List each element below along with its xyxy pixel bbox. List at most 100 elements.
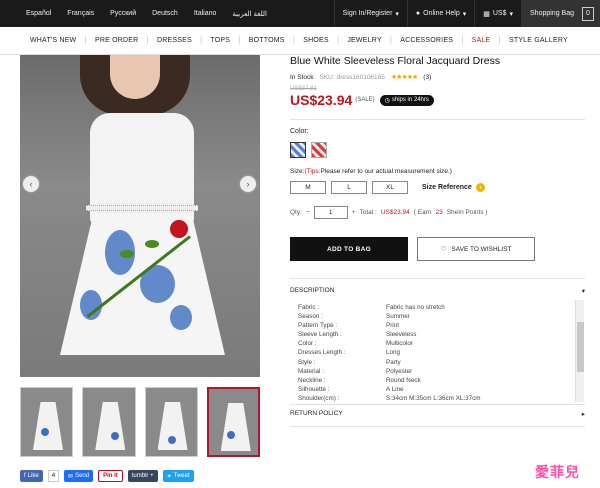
next-image-button[interactable]: ›	[239, 175, 257, 193]
tumblr-button[interactable]: tumblr +	[127, 470, 158, 482]
divider	[290, 278, 585, 279]
pinterest-button[interactable]: Pin it	[98, 470, 123, 482]
nav-dresses[interactable]: DRESSES	[157, 37, 192, 44]
like-label: Like	[27, 473, 39, 479]
qty-minus-button[interactable]: −	[306, 209, 310, 216]
description-header[interactable]: DESCRIPTION ▾	[290, 287, 585, 295]
lang-deutsch[interactable]: Deutsch	[144, 10, 186, 17]
divider	[290, 426, 585, 427]
prev-image-button[interactable]: ‹	[22, 175, 40, 193]
nav-jewelry[interactable]: JEWELRY	[347, 37, 381, 44]
nav-pre-order[interactable]: PRE ORDER	[95, 37, 138, 44]
size-option-l[interactable]: L	[331, 181, 367, 194]
nav-accessories[interactable]: ACCESSORIES	[400, 37, 453, 44]
return-policy-label: RETURN POLICY	[290, 410, 343, 417]
floral-print	[170, 305, 192, 330]
divider	[290, 404, 585, 405]
quantity-row: Qty: − 1 + Total : US$23.94 ( Earn 23 Sh…	[290, 206, 488, 219]
bag-count: 0	[582, 6, 594, 21]
color-label: Color:	[290, 128, 309, 135]
online-help-link[interactable]: ● Online Help ▾	[406, 0, 474, 27]
thumb-print	[226, 431, 235, 439]
nav-divider: |	[389, 37, 393, 44]
spec-key: Shoulder(cm) :	[298, 394, 340, 402]
spec-row: Silhouette : A Line	[298, 386, 576, 395]
rating-stars[interactable]: ★★★★★	[391, 73, 418, 81]
spec-key: Sleeve Length :	[298, 331, 342, 339]
spec-value: Polyester	[386, 367, 413, 375]
thumbnail-selected[interactable]	[206, 387, 261, 457]
nav-bottoms[interactable]: BOTTOMS	[249, 37, 285, 44]
shopping-bag-button[interactable]: Shopping Bag 0	[521, 0, 600, 27]
chevron-left-icon: ‹	[29, 179, 33, 189]
dress-belt	[86, 205, 198, 211]
thumbnail[interactable]	[20, 387, 74, 457]
color-swatch-red[interactable]	[311, 142, 327, 158]
main-product-image[interactable]	[20, 55, 260, 377]
ships-badge: ◷ ships in 24hrs	[379, 94, 434, 106]
nav-whats-new[interactable]: WHAT'S NEW	[30, 37, 76, 44]
lang-arabic[interactable]: اللغة العربية	[224, 10, 275, 18]
size-option-xl[interactable]: XL	[372, 181, 408, 194]
tweet-label: Tweet	[173, 473, 190, 479]
spec-row: Shoulder(cm) : S:34cm M:35cm L:36cm XL:37…	[298, 395, 576, 404]
nav-style-gallery[interactable]: STYLE GALLERY	[509, 37, 568, 44]
save-to-wishlist-button[interactable]: ♡ SAVE TO WISHLIST	[417, 237, 535, 261]
price-row: US$23.94 (SALE) ◷ ships in 24hrs	[290, 92, 434, 108]
spec-row: Dresses Length : Long	[298, 349, 576, 358]
size-option-m[interactable]: M	[290, 181, 326, 194]
spec-value: A Line	[386, 385, 404, 393]
size-reference-link[interactable]: Size Reference ›	[422, 183, 485, 192]
spec-key: Style :	[298, 358, 316, 366]
color-swatch-blue[interactable]	[290, 142, 306, 158]
add-to-bag-button[interactable]: ADD TO BAG	[290, 237, 408, 261]
total-label: Total :	[359, 209, 377, 216]
thumbnail[interactable]	[144, 387, 198, 457]
lang-espanol[interactable]: Español	[18, 10, 59, 17]
send-button[interactable]: ✉ Send	[64, 470, 94, 482]
chevron-down-icon: ▾	[509, 10, 514, 18]
lang-russian[interactable]: Русский	[102, 10, 144, 17]
scrollbar-thumb[interactable]	[577, 322, 584, 372]
nav-shoes[interactable]: SHOES	[303, 37, 329, 44]
spec-value: Multicolor	[386, 340, 413, 348]
size-reference-label: Size Reference	[422, 184, 472, 191]
quantity-input[interactable]: 1	[313, 206, 348, 219]
shopping-bag-label: Shopping Bag	[530, 10, 574, 17]
qty-plus-button[interactable]: +	[352, 209, 356, 216]
rose-leaf	[120, 250, 134, 258]
thumb-print	[41, 428, 49, 436]
review-count[interactable]: (3)	[423, 74, 431, 81]
nav-tops[interactable]: TOPS	[210, 37, 230, 44]
facebook-like-button[interactable]: f Like	[20, 470, 43, 482]
earn-prefix: ( Earn	[413, 209, 432, 216]
nav-divider: |	[498, 37, 501, 44]
chevron-right-icon: ▸	[581, 411, 585, 418]
description-list: Fabric : Fabric has no stretch Season : Su…	[298, 304, 576, 404]
return-policy-header[interactable]: RETURN POLICY ▸	[290, 410, 585, 418]
thumb-print	[167, 436, 176, 444]
spec-row: Material : Polyester	[298, 368, 576, 377]
nav-divider: |	[200, 37, 203, 44]
chevron-right-icon: ›	[246, 179, 250, 189]
currency-selector[interactable]: ▦ US$ ▾	[474, 0, 521, 27]
spec-key: Color :	[298, 340, 317, 348]
ships-label: ships in 24hrs	[391, 97, 429, 103]
heart-icon: ♡	[440, 246, 447, 253]
currency-label: US$	[492, 10, 507, 17]
size-label-prefix: Size:	[290, 168, 305, 175]
sku: SKU: dress160106165	[319, 73, 385, 81]
tweet-button[interactable]: ✦ Tweet	[162, 470, 194, 482]
spec-key: Neckline :	[298, 376, 326, 384]
lang-italiano[interactable]: Italiano	[186, 10, 225, 17]
facebook-icon: f	[24, 473, 26, 479]
lang-francais[interactable]: Français	[59, 10, 102, 17]
thumbnail[interactable]	[82, 387, 136, 457]
divider	[290, 119, 585, 120]
signin-link[interactable]: Sign In/Register ▾	[333, 0, 407, 27]
nav-divider: |	[84, 37, 87, 44]
spec-value: Round Neck	[386, 376, 421, 384]
nav-sale[interactable]: SALE	[472, 37, 491, 44]
description-scrollbar[interactable]	[575, 300, 584, 402]
nav-divider: |	[238, 37, 241, 44]
